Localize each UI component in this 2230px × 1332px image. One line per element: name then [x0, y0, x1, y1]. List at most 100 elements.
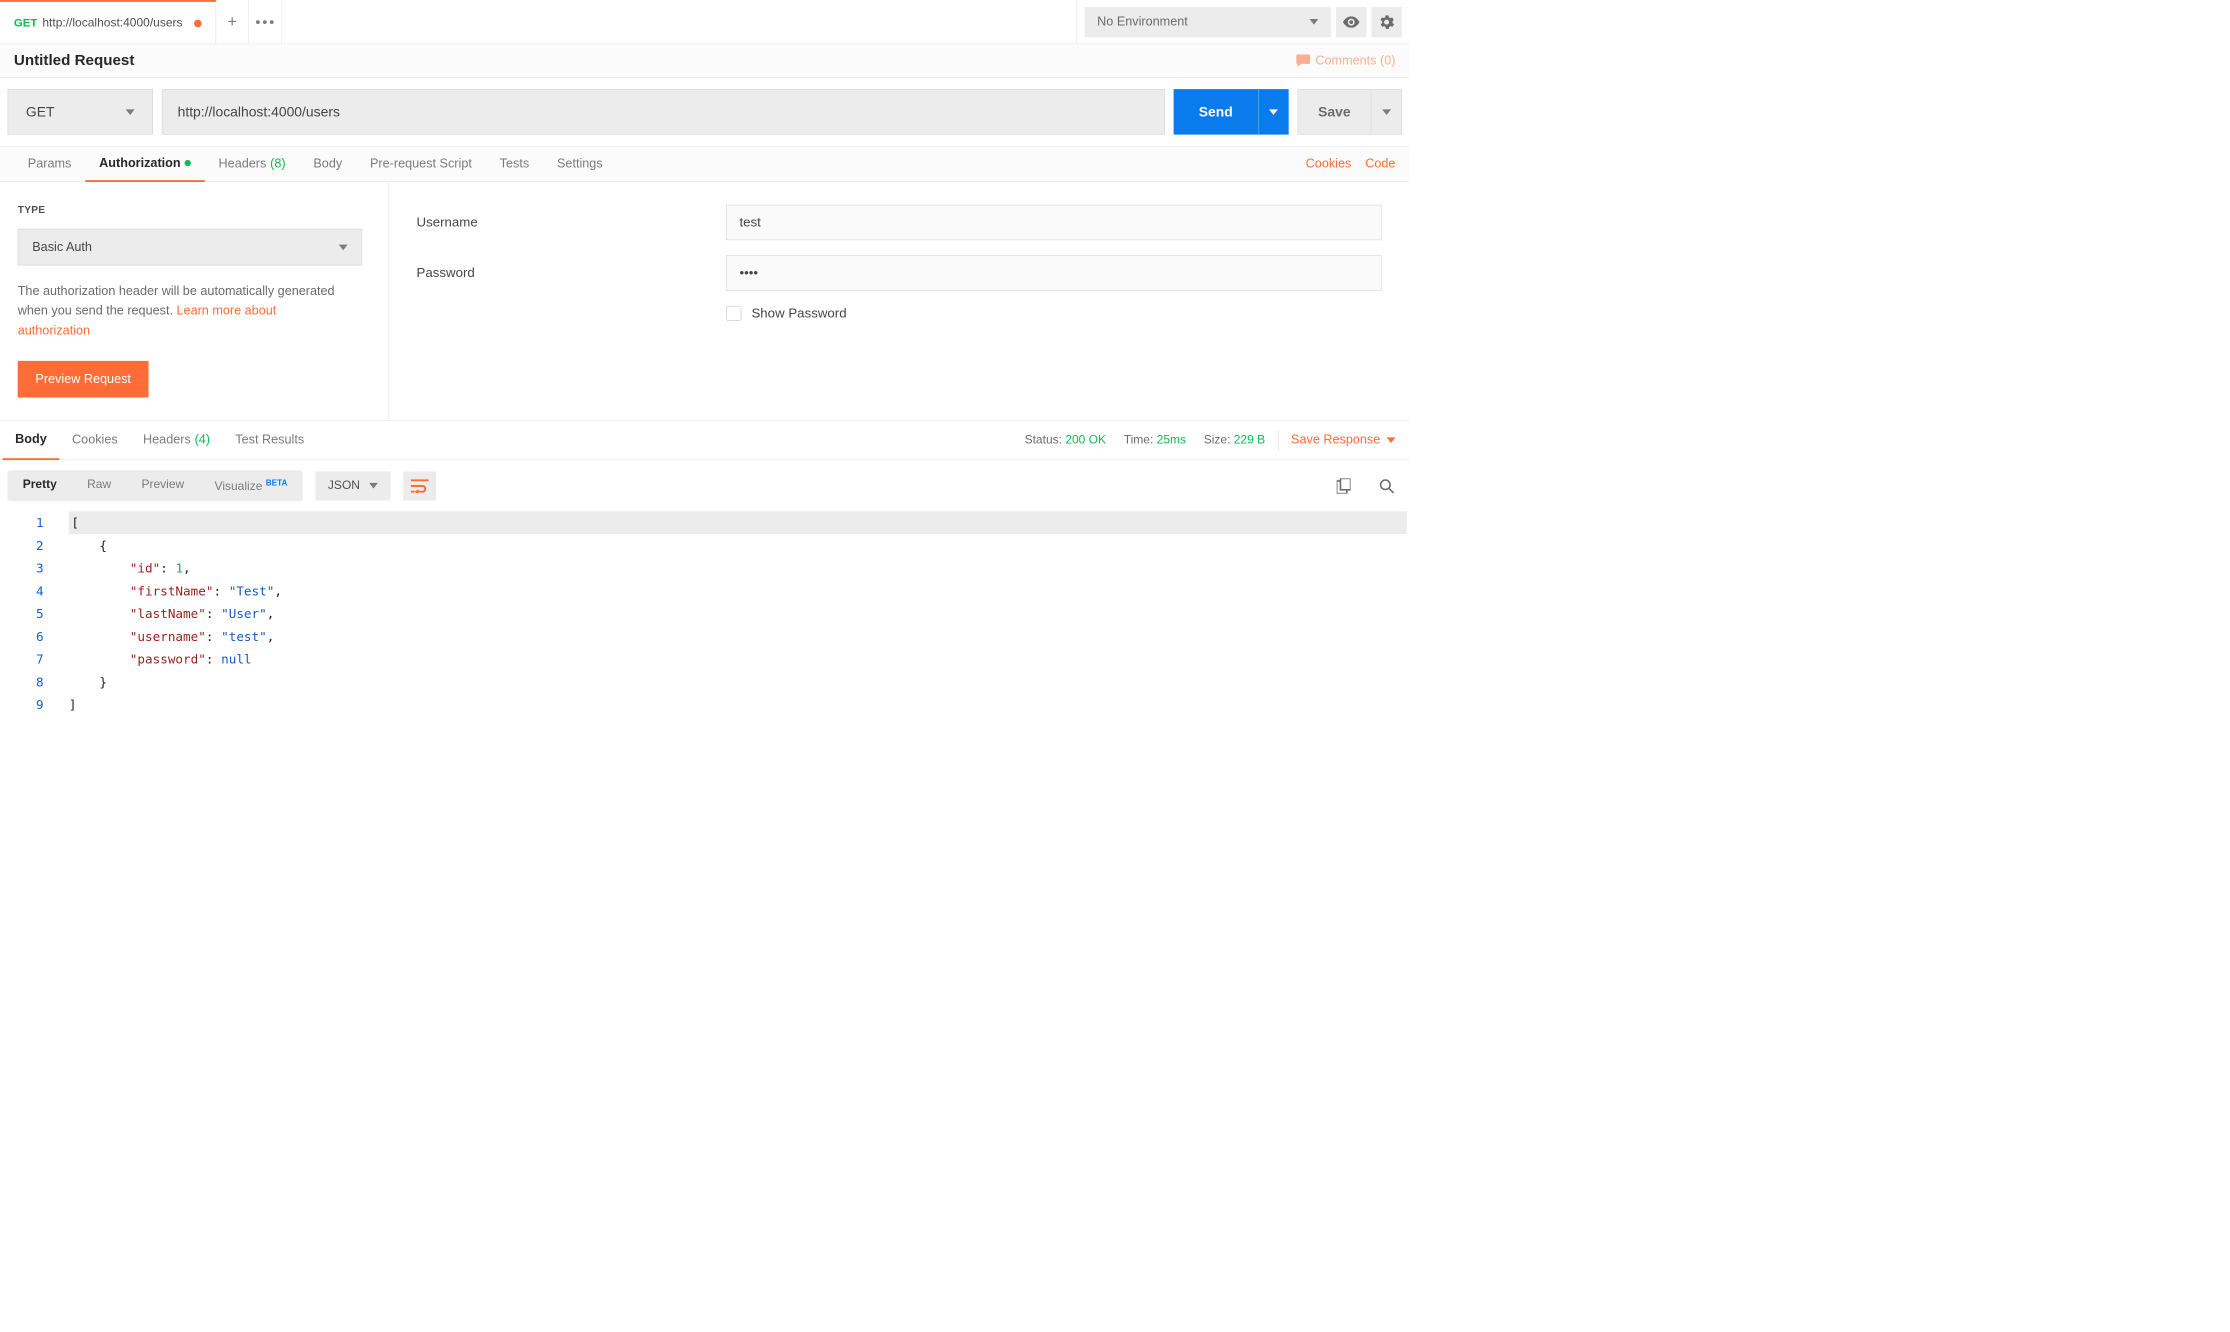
- tab-label: Cookies: [72, 433, 118, 448]
- tab-prerequest[interactable]: Pre-request Script: [356, 146, 486, 181]
- tab-label: Tests: [500, 157, 530, 172]
- eye-icon: [1343, 16, 1359, 27]
- tab-body[interactable]: Body: [299, 146, 356, 181]
- line-number: 9: [3, 694, 69, 717]
- view-mode-segment: Pretty Raw Preview Visualize BETA: [8, 470, 303, 501]
- divider: [1278, 431, 1279, 450]
- comments-label: Comments (0): [1315, 53, 1395, 68]
- wrap-icon: [411, 479, 429, 493]
- code-token: 1: [175, 561, 183, 576]
- auth-type-value: Basic Auth: [32, 240, 92, 255]
- tab-label: Authorization: [99, 156, 180, 171]
- search-response-button[interactable]: [1371, 471, 1401, 501]
- url-input[interactable]: [162, 89, 1165, 135]
- method-value: GET: [26, 104, 55, 120]
- auth-right-panel: Username Password Show Password: [389, 182, 1410, 420]
- chevron-down-icon: [1387, 437, 1396, 443]
- username-label: Username: [416, 215, 726, 230]
- chevron-down-icon: [369, 483, 378, 489]
- chevron-down-icon: [339, 244, 348, 250]
- beta-badge: BETA: [266, 478, 288, 487]
- response-meta: Status: 200 OK Time: 25ms Size: 229 B: [1025, 433, 1266, 447]
- format-select[interactable]: JSON: [315, 471, 390, 500]
- code-token: "firstName": [130, 584, 214, 599]
- auth-type-select[interactable]: Basic Auth: [18, 229, 362, 266]
- tab-title: http://localhost:4000/users: [42, 16, 182, 30]
- code-token: null: [221, 652, 251, 667]
- resp-tab-body[interactable]: Body: [3, 421, 60, 460]
- password-label: Password: [416, 265, 726, 280]
- code-token: {: [99, 538, 107, 553]
- send-dropdown-button[interactable]: [1258, 89, 1288, 135]
- tab-params[interactable]: Params: [14, 146, 85, 181]
- code-token: "lastName": [130, 606, 206, 621]
- tab-settings[interactable]: Settings: [543, 146, 616, 181]
- request-row: GET Send Save: [0, 78, 1409, 147]
- auth-area: TYPE Basic Auth The authorization header…: [0, 182, 1409, 421]
- request-tab[interactable]: GET http://localhost:4000/users: [0, 0, 216, 44]
- password-input[interactable]: [726, 255, 1381, 290]
- code-token: "id": [130, 561, 160, 576]
- active-dot-icon: [184, 160, 190, 166]
- preview-request-button[interactable]: Preview Request: [18, 361, 149, 398]
- show-password-checkbox[interactable]: [726, 306, 741, 321]
- copy-response-button[interactable]: [1328, 471, 1358, 501]
- titlebar: Untitled Request Comments (0): [0, 44, 1409, 77]
- view-controls: Pretty Raw Preview Visualize BETA JSON: [0, 460, 1409, 511]
- environment-quicklook-button[interactable]: [1336, 7, 1366, 37]
- save-response-button[interactable]: Save Response: [1291, 433, 1395, 448]
- username-input[interactable]: [726, 205, 1381, 240]
- resp-tab-headers[interactable]: Headers (4): [130, 421, 222, 460]
- line-number: 5: [3, 603, 69, 626]
- save-dropdown-button[interactable]: [1371, 89, 1401, 135]
- search-icon: [1379, 478, 1394, 493]
- tab-count: (8): [270, 157, 285, 172]
- line-number: 4: [3, 580, 69, 603]
- code-token: [: [71, 515, 79, 530]
- settings-button[interactable]: [1371, 7, 1401, 37]
- code-token: "test": [221, 629, 267, 644]
- unsaved-dot-icon: [194, 19, 202, 27]
- resp-tab-tests[interactable]: Test Results: [223, 421, 317, 460]
- tab-method: GET: [14, 16, 37, 29]
- show-password-label: Show Password: [751, 306, 846, 321]
- code-token: "username": [130, 629, 206, 644]
- tab-headers[interactable]: Headers (8): [205, 146, 300, 181]
- view-raw[interactable]: Raw: [72, 470, 126, 501]
- chevron-down-icon: [126, 109, 135, 115]
- tab-overflow-button[interactable]: [249, 0, 282, 44]
- line-number: 8: [3, 671, 69, 694]
- resp-tab-cookies[interactable]: Cookies: [59, 421, 130, 460]
- topbar: GET http://localhost:4000/users + No Env…: [0, 0, 1409, 44]
- cookies-link[interactable]: Cookies: [1306, 157, 1352, 172]
- environment-select[interactable]: No Environment: [1085, 7, 1331, 37]
- auth-left-panel: TYPE Basic Auth The authorization header…: [0, 182, 389, 420]
- tab-label: Settings: [557, 157, 603, 172]
- tab-label: Params: [28, 157, 72, 172]
- new-tab-button[interactable]: +: [216, 0, 249, 44]
- method-select[interactable]: GET: [8, 89, 153, 135]
- comments-button[interactable]: Comments (0): [1296, 53, 1395, 68]
- view-preview[interactable]: Preview: [126, 470, 199, 501]
- time-label: Time:: [1124, 433, 1154, 446]
- code-token: }: [99, 675, 107, 690]
- code-link[interactable]: Code: [1365, 157, 1395, 172]
- tab-authorization[interactable]: Authorization: [85, 146, 204, 181]
- ellipsis-icon: [256, 20, 274, 24]
- tab-label: Headers: [219, 157, 267, 172]
- view-visualize[interactable]: Visualize BETA: [199, 470, 302, 501]
- tab-tests[interactable]: Tests: [486, 146, 543, 181]
- visualize-label: Visualize: [215, 480, 263, 493]
- time-value: 25ms: [1157, 433, 1186, 446]
- view-pretty[interactable]: Pretty: [8, 470, 72, 501]
- save-button[interactable]: Save: [1297, 89, 1371, 135]
- response-tabs: Body Cookies Headers (4) Test Results St…: [0, 421, 1409, 460]
- wrap-lines-button[interactable]: [403, 471, 436, 500]
- status-label: Status:: [1025, 433, 1062, 446]
- send-button[interactable]: Send: [1174, 89, 1259, 135]
- gear-icon: [1379, 14, 1394, 29]
- request-title[interactable]: Untitled Request: [14, 52, 135, 70]
- code-token: "User": [221, 606, 267, 621]
- line-number: 7: [3, 648, 69, 671]
- copy-icon: [1337, 478, 1351, 493]
